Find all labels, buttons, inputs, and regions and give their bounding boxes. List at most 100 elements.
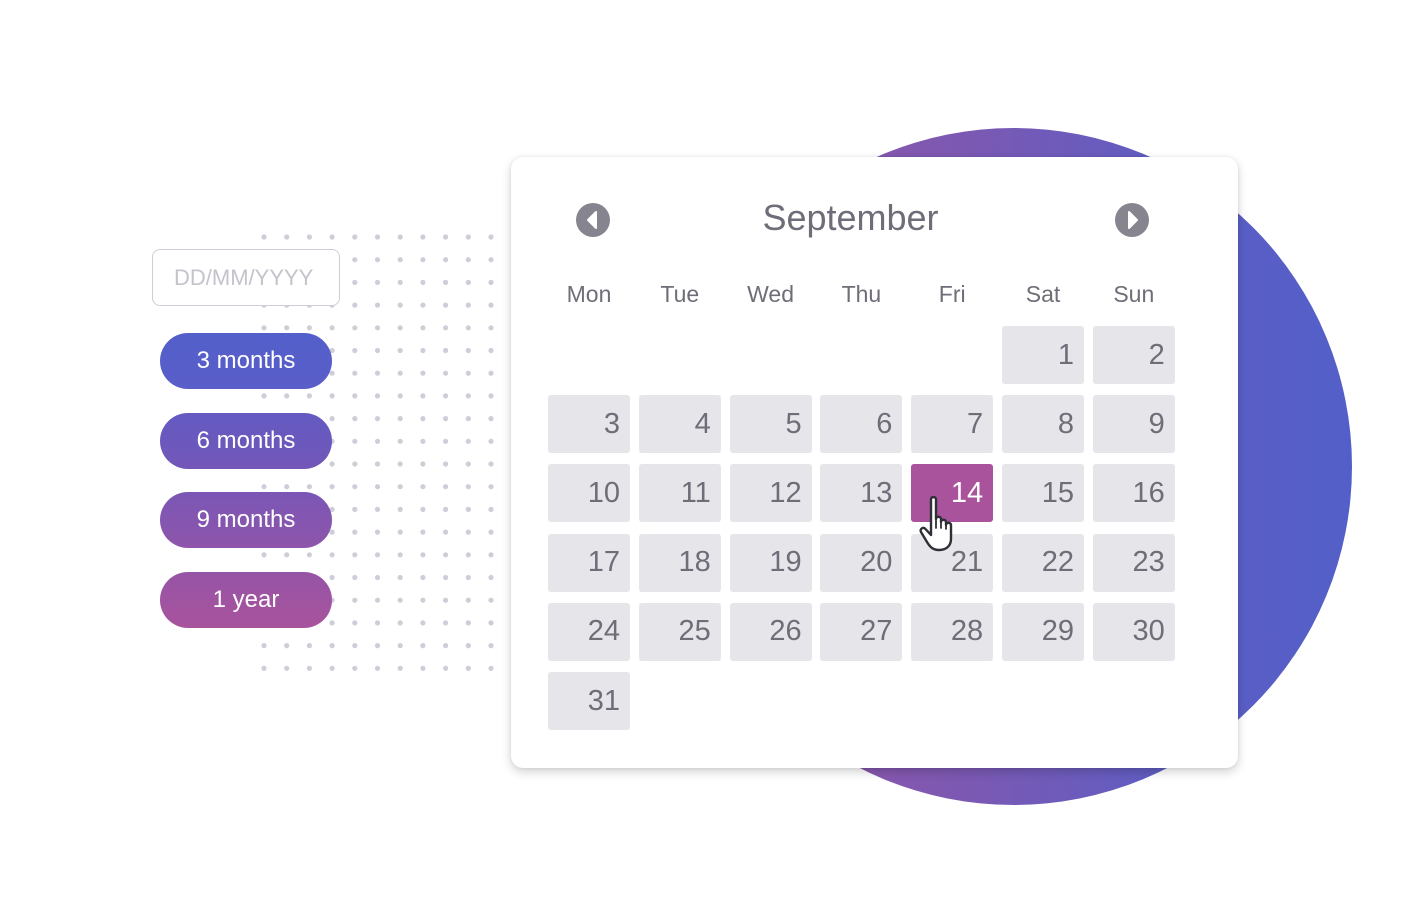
day-cell[interactable]: 12 bbox=[729, 464, 812, 523]
dot bbox=[420, 325, 426, 331]
day-cell[interactable]: 3 bbox=[548, 395, 630, 454]
duration-6-months-button[interactable]: 6 months bbox=[160, 413, 332, 469]
dot bbox=[352, 484, 358, 490]
dot bbox=[352, 597, 358, 603]
dot bbox=[443, 461, 449, 467]
dot bbox=[352, 279, 358, 285]
date-input[interactable] bbox=[152, 249, 340, 306]
dot bbox=[329, 234, 335, 240]
dot bbox=[420, 234, 426, 240]
dot bbox=[306, 325, 312, 331]
dot bbox=[465, 574, 471, 581]
dot bbox=[397, 643, 403, 649]
dot bbox=[420, 620, 426, 626]
day-cell[interactable]: 31 bbox=[548, 672, 630, 730]
day-cell[interactable]: 1 bbox=[1002, 326, 1084, 384]
weekday-mon: Mon bbox=[566, 281, 612, 307]
dot bbox=[306, 393, 312, 399]
dot bbox=[329, 643, 335, 649]
day-cell[interactable]: 19 bbox=[729, 533, 812, 592]
dot bbox=[443, 347, 449, 354]
day-cell[interactable]: 29 bbox=[1002, 602, 1084, 661]
dot bbox=[374, 325, 381, 331]
day-cell[interactable]: 2 bbox=[1092, 326, 1175, 384]
dot bbox=[443, 643, 449, 649]
duration-9-months-button[interactable]: 9 months bbox=[160, 492, 332, 548]
dot bbox=[465, 370, 471, 376]
day-cell[interactable]: 4 bbox=[638, 395, 721, 454]
dot bbox=[397, 302, 403, 308]
dot bbox=[397, 438, 403, 444]
day-cell[interactable]: 6 bbox=[820, 395, 903, 454]
dot bbox=[443, 529, 449, 535]
day-cell[interactable]: 24 bbox=[548, 602, 630, 661]
dot bbox=[488, 438, 494, 444]
day-cell[interactable]: 25 bbox=[638, 602, 721, 661]
dot bbox=[465, 234, 471, 240]
day-cell[interactable]: 8 bbox=[1002, 395, 1084, 454]
day-cell[interactable]: 20 bbox=[820, 533, 903, 592]
dot bbox=[465, 552, 471, 558]
day-cell[interactable]: 17 bbox=[548, 533, 630, 592]
dot bbox=[488, 347, 494, 354]
dot bbox=[397, 574, 403, 581]
day-cell[interactable]: 28 bbox=[911, 602, 994, 661]
dot bbox=[397, 597, 403, 603]
dot bbox=[374, 257, 381, 263]
dot bbox=[488, 665, 494, 671]
dot bbox=[374, 279, 381, 285]
dot bbox=[397, 393, 403, 399]
day-cell[interactable]: 10 bbox=[548, 464, 630, 523]
dot bbox=[374, 529, 381, 535]
dot bbox=[465, 529, 471, 535]
dot bbox=[488, 484, 494, 490]
dot bbox=[306, 234, 312, 240]
dot bbox=[352, 574, 358, 581]
day-cell[interactable]: 22 bbox=[1002, 533, 1084, 592]
dot bbox=[488, 279, 494, 285]
dot bbox=[352, 461, 358, 467]
day-cell[interactable]: 26 bbox=[729, 602, 812, 661]
dot bbox=[443, 552, 449, 558]
dot bbox=[261, 234, 267, 240]
dot bbox=[488, 597, 494, 603]
dot bbox=[352, 257, 358, 263]
day-cell[interactable]: 16 bbox=[1092, 464, 1175, 523]
dot bbox=[443, 597, 449, 603]
day-cell[interactable]: 30 bbox=[1092, 602, 1175, 661]
dot bbox=[443, 620, 449, 626]
day-cell[interactable]: 18 bbox=[638, 533, 721, 592]
dot bbox=[465, 302, 471, 308]
dot bbox=[420, 302, 426, 308]
dot bbox=[443, 257, 449, 263]
day-cell-selected[interactable]: 14 bbox=[911, 464, 994, 523]
dot bbox=[306, 665, 312, 671]
dot bbox=[374, 302, 381, 308]
dot bbox=[284, 234, 290, 240]
dot bbox=[284, 665, 290, 671]
day-cell[interactable]: 9 bbox=[1092, 395, 1175, 454]
day-cell[interactable]: 7 bbox=[911, 395, 994, 454]
duration-3-months-button[interactable]: 3 months bbox=[160, 333, 332, 389]
day-cell[interactable]: 27 bbox=[820, 602, 903, 661]
day-cell[interactable]: 5 bbox=[729, 395, 812, 454]
dot bbox=[374, 234, 381, 240]
day-cell[interactable]: 23 bbox=[1092, 533, 1175, 592]
dot bbox=[397, 279, 403, 285]
duration-1-year-button[interactable]: 1 year bbox=[160, 572, 332, 628]
dot bbox=[329, 461, 335, 467]
dot bbox=[443, 393, 449, 399]
next-month-button[interactable] bbox=[1115, 203, 1149, 237]
day-cell[interactable]: 21 bbox=[911, 533, 994, 592]
dot bbox=[374, 393, 381, 399]
dot bbox=[261, 393, 267, 399]
dot bbox=[374, 574, 381, 581]
day-cell[interactable]: 13 bbox=[820, 464, 903, 523]
dot bbox=[465, 347, 471, 354]
dot bbox=[284, 643, 290, 649]
dot bbox=[420, 506, 426, 512]
day-cell[interactable]: 11 bbox=[638, 464, 721, 523]
dot bbox=[465, 506, 471, 512]
dot bbox=[352, 393, 358, 399]
day-cell[interactable]: 15 bbox=[1002, 464, 1084, 523]
